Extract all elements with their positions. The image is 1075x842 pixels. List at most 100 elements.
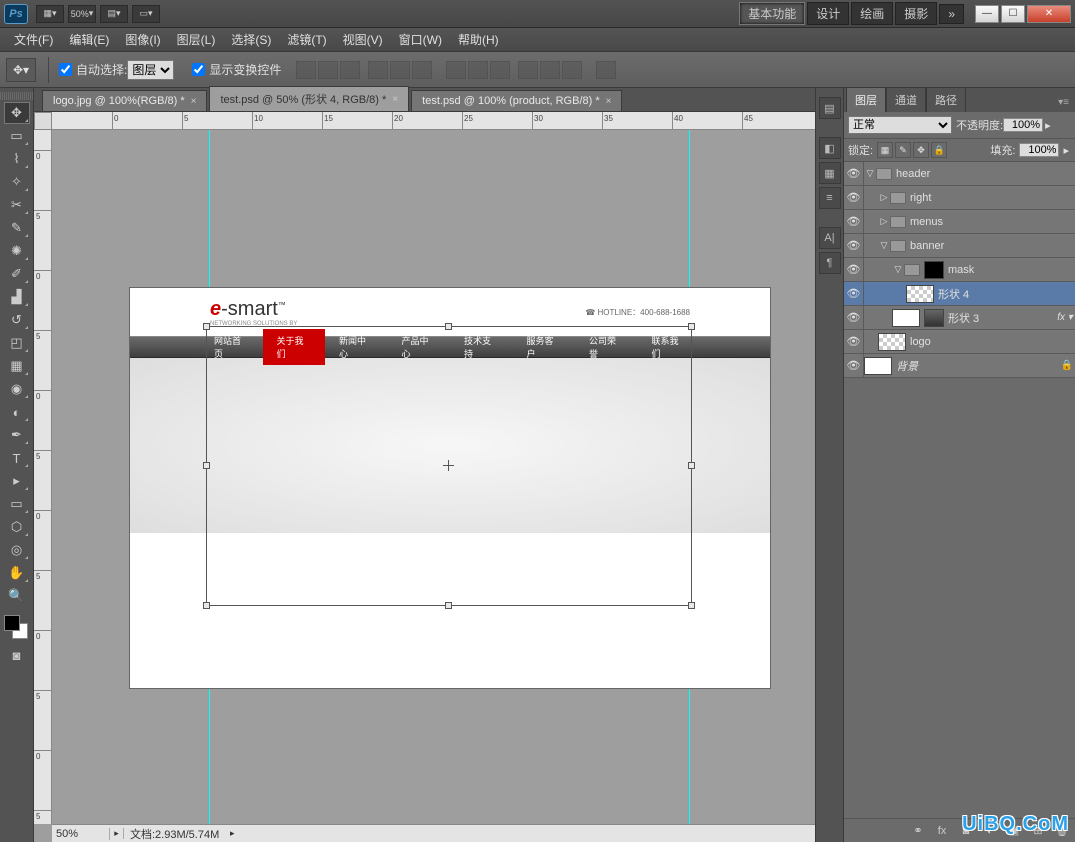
eraser-tool[interactable]: ◰ <box>4 332 30 354</box>
layer-row[interactable]: 👁 logo <box>844 330 1075 354</box>
layer-name[interactable]: logo <box>910 336 1075 348</box>
layer-name[interactable]: mask <box>948 264 1075 276</box>
quick-select-tool[interactable]: ✧ <box>4 171 30 193</box>
dist-bottom-icon[interactable] <box>490 61 510 79</box>
menu-help[interactable]: 帮助(H) <box>450 28 507 51</box>
menu-image[interactable]: 图像(I) <box>117 28 168 51</box>
auto-align-icon[interactable] <box>596 61 616 79</box>
zoom-dropdown[interactable]: 50%▾ <box>68 5 96 23</box>
transform-handle-tr[interactable] <box>688 323 695 330</box>
close-icon[interactable]: × <box>191 96 197 107</box>
align-hcenter-icon[interactable] <box>390 61 410 79</box>
3d-tool[interactable]: ⬡ <box>4 516 30 538</box>
transform-handle-tc[interactable] <box>445 323 452 330</box>
lock-transparent-icon[interactable]: ▦ <box>877 142 893 158</box>
history-brush-tool[interactable]: ↺ <box>4 309 30 331</box>
dist-vcenter-icon[interactable] <box>468 61 488 79</box>
tab-paths[interactable]: 路径 <box>926 87 966 112</box>
close-icon[interactable]: × <box>392 94 398 105</box>
expand-arrow-icon[interactable]: ▷ <box>878 216 890 227</box>
menu-file[interactable]: 文件(F) <box>6 28 61 51</box>
opacity-input[interactable] <box>1003 118 1043 132</box>
mask-thumb[interactable] <box>924 309 944 327</box>
opacity-arrow-icon[interactable]: ▸ <box>1043 119 1053 132</box>
workspace-more[interactable]: » <box>939 4 964 24</box>
close-icon[interactable]: × <box>606 96 612 107</box>
move-tool[interactable]: ✥ <box>4 102 30 124</box>
marquee-tool[interactable]: ▭ <box>4 125 30 147</box>
transform-handle-tl[interactable] <box>203 323 210 330</box>
align-vcenter-icon[interactable] <box>318 61 338 79</box>
visibility-icon[interactable]: 👁 <box>844 186 864 209</box>
canvas-area[interactable]: 051015202530354045 050505050505 e-smart™… <box>34 112 815 842</box>
menu-view[interactable]: 视图(V) <box>335 28 391 51</box>
lock-pixels-icon[interactable]: ✎ <box>895 142 911 158</box>
layer-thumb[interactable] <box>878 333 906 351</box>
zoom-tool[interactable]: 🔍 <box>4 585 30 607</box>
menu-edit[interactable]: 编辑(E) <box>61 28 117 51</box>
arrange-icon[interactable]: ▤▾ <box>100 5 128 23</box>
transform-handle-ml[interactable] <box>203 462 210 469</box>
blend-mode-dropdown[interactable]: 正常 <box>848 116 952 134</box>
status-menu-icon[interactable]: ▸ <box>225 828 239 839</box>
crop-tool[interactable]: ✂ <box>4 194 30 216</box>
visibility-icon[interactable]: 👁 <box>844 330 864 353</box>
layer-row[interactable]: 👁▷menus <box>844 210 1075 234</box>
bridge-icon[interactable]: ▦▾ <box>36 5 64 23</box>
menu-select[interactable]: 选择(S) <box>223 28 279 51</box>
status-arrow-icon[interactable]: ▸ <box>110 828 124 839</box>
fill-input[interactable] <box>1019 143 1059 157</box>
character-panel-icon[interactable]: A| <box>819 227 841 249</box>
dist-hcenter-icon[interactable] <box>540 61 560 79</box>
tab-test-psd-50[interactable]: test.psd @ 50% (形状 4, RGB/8) *× <box>209 86 409 111</box>
type-tool[interactable]: T <box>4 447 30 469</box>
layer-row[interactable]: 👁形状 4 <box>844 282 1075 306</box>
fill-arrow-icon[interactable]: ▸ <box>1061 144 1071 157</box>
history-panel-icon[interactable]: ▤ <box>819 97 841 119</box>
align-top-icon[interactable] <box>296 61 316 79</box>
status-zoom[interactable]: 50% <box>52 828 110 840</box>
foreground-color[interactable] <box>4 615 20 631</box>
layer-row[interactable]: 👁▽header <box>844 162 1075 186</box>
ruler-origin[interactable] <box>34 112 52 130</box>
visibility-icon[interactable]: 👁 <box>844 258 864 281</box>
transform-handle-bc[interactable] <box>445 602 452 609</box>
show-transform-checkbox[interactable] <box>192 63 205 76</box>
expand-arrow-icon[interactable]: ▷ <box>878 192 890 203</box>
transform-handle-mr[interactable] <box>688 462 695 469</box>
color-panel-icon[interactable]: ◧ <box>819 137 841 159</box>
mask-thumb[interactable] <box>924 261 944 279</box>
lock-all-icon[interactable]: 🔒 <box>931 142 947 158</box>
auto-select-dropdown[interactable]: 图层 <box>127 60 174 80</box>
layer-name[interactable]: menus <box>910 216 1075 228</box>
tab-logo-jpg[interactable]: logo.jpg @ 100%(RGB/8) *× <box>42 90 207 111</box>
tab-test-psd-100[interactable]: test.psd @ 100% (product, RGB/8) *× <box>411 90 622 111</box>
align-right-icon[interactable] <box>412 61 432 79</box>
color-swatches[interactable] <box>0 613 33 643</box>
expand-arrow-icon[interactable]: ▽ <box>864 168 876 179</box>
layer-name[interactable]: header <box>896 168 1075 180</box>
expand-arrow-icon[interactable]: ▽ <box>892 264 904 275</box>
layer-fx-icon[interactable]: fx <box>933 822 951 840</box>
ruler-vertical[interactable]: 050505050505 <box>34 130 52 824</box>
dist-left-icon[interactable] <box>518 61 538 79</box>
layer-row[interactable]: 👁背景🔒 <box>844 354 1075 378</box>
visibility-icon[interactable]: 👁 <box>844 354 864 377</box>
brush-tool[interactable]: ✐ <box>4 263 30 285</box>
shape-tool[interactable]: ▭ <box>4 493 30 515</box>
transform-handle-br[interactable] <box>688 602 695 609</box>
fx-icon[interactable]: fx ▾ <box>1055 312 1075 323</box>
layer-thumb[interactable] <box>906 285 934 303</box>
3d-camera-tool[interactable]: ◎ <box>4 539 30 561</box>
link-layers-icon[interactable]: ⚭ <box>909 822 927 840</box>
tab-layers[interactable]: 图层 <box>846 87 886 112</box>
screen-mode-icon[interactable]: ▭▾ <box>132 5 160 23</box>
current-tool-move[interactable]: ✥▾ <box>6 58 36 82</box>
panel-menu-icon[interactable]: ▾≡ <box>1052 93 1075 112</box>
menu-filter[interactable]: 滤镜(T) <box>279 28 334 51</box>
layer-row[interactable]: 👁 ▽ mask <box>844 258 1075 282</box>
menu-window[interactable]: 窗口(W) <box>391 28 450 51</box>
hand-tool[interactable]: ✋ <box>4 562 30 584</box>
layer-row[interactable]: 👁▷right <box>844 186 1075 210</box>
transform-handle-bl[interactable] <box>203 602 210 609</box>
